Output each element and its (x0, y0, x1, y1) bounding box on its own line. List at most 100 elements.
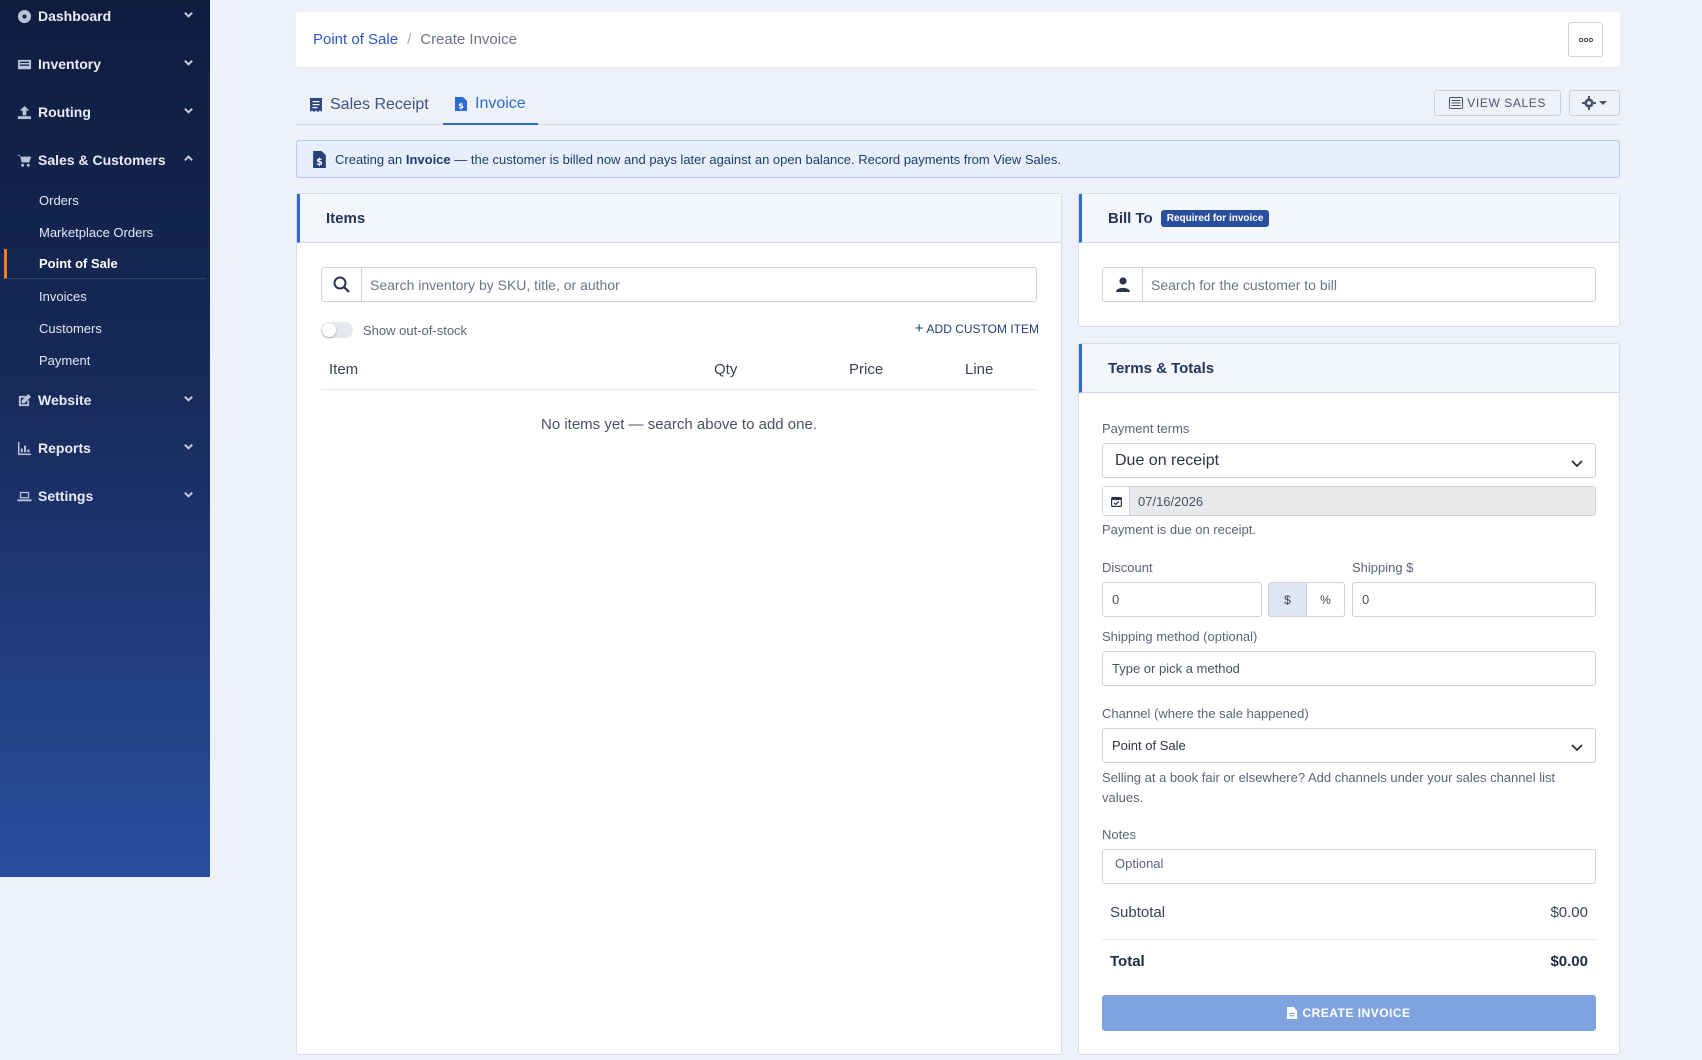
page-header: Point of Sale / Create Invoice (296, 12, 1620, 67)
sidebar-item-orders[interactable]: Orders (4, 185, 206, 215)
gear-icon (1582, 96, 1596, 110)
chevron-up-icon (183, 151, 194, 169)
chevron-down-icon (183, 391, 194, 409)
breadcrumb-point-of-sale[interactable]: Point of Sale (313, 31, 398, 48)
ellipsis-icon (1578, 37, 1593, 42)
discount-label: Discount (1102, 560, 1153, 575)
nav-routing[interactable]: Routing (0, 88, 210, 136)
bill-to-title: Bill To (1108, 209, 1153, 227)
add-custom-item-label: ADD CUSTOM ITEM (926, 322, 1039, 336)
shipping-method-input[interactable]: Type or pick a method (1102, 651, 1596, 686)
discount-input[interactable]: 0 (1102, 582, 1262, 617)
customer-search-input[interactable]: Search for the customer to bill (1143, 268, 1595, 301)
required-badge: Required for invoice (1160, 209, 1270, 227)
view-sales-label: VIEW SALES (1467, 96, 1546, 110)
dashboard-icon (16, 8, 32, 24)
subtotal-label: Subtotal (1110, 903, 1166, 921)
add-custom-item-button[interactable]: + ADD CUSTOM ITEM (915, 321, 1039, 336)
table-divider (321, 389, 1037, 390)
terms-header: Terms & Totals (1079, 344, 1619, 393)
sidebar-item-marketplace-orders[interactable]: Marketplace Orders (4, 217, 206, 247)
calendar-icon (1103, 487, 1130, 515)
sidebar-item-invoices[interactable]: Invoices (4, 281, 206, 311)
edit-icon (16, 392, 32, 408)
show-out-of-stock-toggle[interactable] (321, 322, 353, 338)
inventory-icon (16, 56, 32, 72)
laptop-icon (16, 488, 32, 504)
invoice-icon: $ (313, 150, 326, 168)
tab-sales-receipt[interactable]: Sales Receipt (298, 85, 441, 125)
nav-website[interactable]: Website (0, 376, 210, 424)
show-out-of-stock-label: Show out-of-stock (363, 323, 468, 338)
receipt-icon (310, 98, 322, 112)
shipping-input[interactable]: 0 (1352, 582, 1596, 617)
cart-icon (16, 152, 32, 168)
chevron-down-icon (183, 103, 194, 121)
nav-inventory[interactable]: Inventory (0, 40, 210, 88)
nav-sales-customers[interactable]: Sales & Customers (0, 136, 210, 184)
routing-icon (16, 104, 32, 120)
items-card: Items Search inventory by SKU, title, or… (296, 193, 1062, 1055)
sidebar-item-payment[interactable]: Payment (4, 345, 206, 375)
channel-value: Point of Sale (1112, 738, 1186, 753)
nav-settings-label: Settings (38, 488, 94, 504)
discount-mode-percent[interactable]: % (1306, 582, 1345, 617)
file-icon (1287, 1007, 1298, 1019)
total-label: Total (1110, 952, 1145, 970)
svg-text:$: $ (316, 156, 323, 167)
channel-help: Selling at a book fair or elsewhere? Add… (1102, 770, 1556, 805)
totals-divider (1102, 939, 1596, 940)
alert-emphasis: Invoice (405, 151, 451, 167)
settings-dropdown-button[interactable] (1569, 90, 1620, 116)
sidebar: Dashboard Inventory Routing Sales & Cust… (0, 0, 210, 877)
nav-reports[interactable]: Reports (0, 424, 210, 472)
more-options-button[interactable] (1568, 22, 1603, 57)
payment-terms-select[interactable]: Due on receipt (1102, 443, 1596, 478)
chart-icon (16, 440, 32, 456)
tab-bar: Sales Receipt $ Invoice VIEW SALES (296, 85, 1620, 125)
terms-totals-card: Terms & Totals Payment terms Due on rece… (1078, 343, 1620, 1055)
tab-sales-receipt-label: Sales Receipt (330, 96, 429, 113)
tab-invoice-label: Invoice (475, 95, 526, 112)
due-date-field[interactable]: 07/16/2026 (1102, 486, 1596, 516)
total-value: $0.00 (1550, 952, 1588, 970)
chevron-down-icon (183, 487, 194, 505)
bill-to-card: Bill To Required for invoice Search for … (1078, 193, 1620, 327)
inventory-search[interactable]: Search inventory by SKU, title, or autho… (321, 267, 1037, 302)
chevron-down-icon (1571, 456, 1583, 474)
empty-items-message: No items yet — search above to add one. (541, 416, 817, 433)
discount-mode-dollar[interactable]: $ (1268, 582, 1307, 617)
nav-reports-label: Reports (38, 440, 91, 456)
notes-label: Notes (1102, 827, 1136, 842)
column-price: Price (849, 361, 884, 378)
subtotal-value: $0.00 (1550, 903, 1588, 921)
chevron-down-icon (183, 55, 194, 73)
create-invoice-button[interactable]: CREATE INVOICE (1102, 995, 1596, 1031)
search-icon (322, 268, 362, 301)
svg-text:$: $ (458, 102, 464, 111)
channel-label: Channel (where the sale happened) (1102, 706, 1309, 721)
column-line: Line (965, 361, 994, 378)
user-icon (1103, 268, 1143, 301)
alert-prefix: Creating an (335, 151, 403, 167)
sidebar-item-point-of-sale[interactable]: Point of Sale (4, 249, 206, 279)
create-invoice-label: CREATE INVOICE (1302, 1006, 1411, 1020)
caret-down-icon (1599, 101, 1607, 105)
column-item: Item (329, 361, 359, 378)
nav-dashboard[interactable]: Dashboard (0, 0, 210, 40)
payment-terms-value: Due on receipt (1115, 451, 1220, 469)
inventory-search-input[interactable]: Search inventory by SKU, title, or autho… (362, 268, 1036, 301)
subtotal-row: Subtotal $0.00 (1102, 892, 1596, 932)
items-card-header: Items (297, 194, 1061, 243)
nav-inventory-label: Inventory (38, 56, 102, 72)
channel-select[interactable]: Point of Sale (1102, 728, 1596, 763)
nav-sales-customers-label: Sales & Customers (38, 152, 166, 168)
tab-invoice[interactable]: $ Invoice (443, 85, 538, 125)
sidebar-item-customers[interactable]: Customers (4, 313, 206, 343)
due-note: Payment is due on receipt. (1102, 522, 1256, 537)
notes-textarea[interactable]: Optional (1102, 849, 1596, 884)
customer-search[interactable]: Search for the customer to bill (1102, 267, 1596, 302)
view-sales-button[interactable]: VIEW SALES (1434, 90, 1561, 116)
alert-suffix: — the customer is billed now and pays la… (454, 151, 1062, 167)
nav-settings[interactable]: Settings (0, 472, 210, 520)
